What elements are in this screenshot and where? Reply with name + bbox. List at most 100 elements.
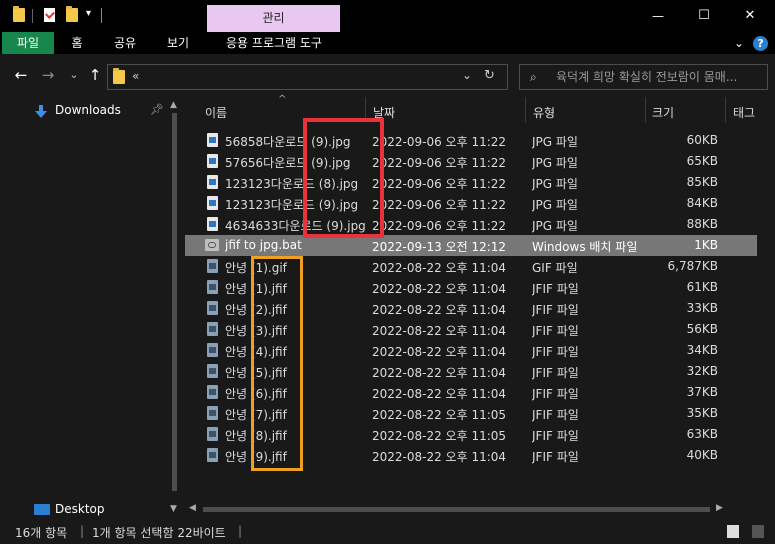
file-date: 2022-08-22 오후 11:04 — [372, 345, 507, 359]
image-file-icon — [207, 259, 218, 273]
manage-tab[interactable]: 관리 — [207, 5, 340, 33]
minimize-button[interactable]: — — [635, 0, 681, 32]
column-type[interactable]: 유형 — [533, 104, 555, 121]
file-date: 2022-08-22 오후 11:04 — [372, 282, 507, 296]
tab-share[interactable]: 공유 — [108, 32, 142, 54]
column-tags[interactable]: 태그 — [733, 104, 755, 121]
column-name[interactable]: 이름 — [205, 104, 227, 121]
divider — [32, 9, 33, 23]
image-file-icon — [207, 364, 218, 378]
file-size: 65KB — [686, 154, 718, 168]
properties-icon[interactable] — [44, 8, 55, 22]
scrollbar-thumb[interactable] — [203, 507, 710, 512]
file-size: 1KB — [694, 238, 718, 252]
scrollbar-thumb[interactable] — [172, 113, 177, 491]
status-bar: 16개 항목 | 1개 항목 선택함 22바이트 | — [0, 520, 775, 544]
maximize-button[interactable]: ☐ — [681, 0, 727, 32]
image-file-icon — [207, 322, 218, 336]
help-icon[interactable]: ? — [753, 36, 768, 51]
file-size: 40KB — [686, 448, 718, 462]
large-icons-view-icon[interactable] — [752, 525, 764, 538]
image-file-icon — [207, 406, 218, 420]
tab-home[interactable]: 홈 — [62, 32, 92, 54]
file-size: 35KB — [686, 406, 718, 420]
search-icon: ⌕ — [530, 70, 537, 84]
new-folder-icon[interactable] — [66, 6, 78, 22]
chevron-down-icon[interactable]: ⌄ — [462, 68, 472, 82]
scroll-right-icon[interactable]: ▶ — [716, 503, 723, 513]
file-size: 61KB — [686, 280, 718, 294]
file-row[interactable]: 57656다운로드 (9).jpg 2022-09-06 오후 11:22 JPG … — [185, 151, 775, 172]
file-date: 2022-08-22 오후 11:04 — [372, 324, 507, 338]
file-size: 33KB — [686, 301, 718, 315]
file-size: 6,787KB — [667, 259, 718, 273]
jpg-file-icon — [207, 217, 218, 231]
file-row[interactable]: 4634633다운로드 (9).jpg 2022-09-06 오후 11:22 JP… — [185, 214, 775, 235]
annotation-red-box — [303, 118, 384, 238]
tab-app-tools[interactable]: 응용 프로그램 도구 — [212, 32, 336, 54]
forward-icon[interactable]: → — [38, 65, 58, 85]
jpg-file-icon — [207, 196, 218, 210]
refresh-icon[interactable]: ↻ — [484, 68, 495, 83]
file-size: 88KB — [686, 217, 718, 231]
selection-info: 1개 항목 선택함 22바이트 — [92, 526, 226, 540]
scroll-down-icon[interactable]: ▼ — [170, 504, 177, 514]
divider: | — [80, 524, 85, 538]
scroll-up-icon[interactable]: ▲ — [170, 100, 177, 110]
file-date: 2022-08-22 오후 11:04 — [372, 303, 507, 317]
file-size: 34KB — [686, 343, 718, 357]
file-size: 85KB — [686, 175, 718, 189]
jpg-file-icon — [207, 133, 218, 147]
file-list-scrollbar[interactable]: ▼ — [757, 97, 775, 520]
pin-icon[interactable]: 📌︎ — [150, 103, 164, 116]
image-file-icon — [207, 343, 218, 357]
column-divider[interactable] — [525, 97, 526, 123]
divider — [101, 8, 102, 23]
file-row[interactable]: 56858다운로드 (9).jpg 2022-09-06 오후 11:22 JPG … — [185, 130, 775, 151]
column-divider[interactable] — [645, 97, 646, 123]
annotation-orange-box — [251, 256, 303, 471]
search-placeholder: 육덕계 희망 확실히 전보람이 몸매... — [556, 70, 738, 84]
item-count: 16개 항목 — [15, 526, 68, 540]
file-size: 63KB — [686, 427, 718, 441]
back-icon[interactable]: ← — [11, 65, 31, 85]
address-bar[interactable]: « ⌄ ↻ — [107, 64, 508, 90]
details-view-icon[interactable] — [727, 525, 739, 538]
image-file-icon — [207, 448, 218, 462]
column-divider[interactable] — [725, 97, 726, 123]
file-date: 2022-09-06 오후 11:22 — [372, 177, 507, 191]
path-overflow[interactable]: « — [132, 69, 139, 83]
sidebar-item-desktop[interactable]: Desktop — [55, 502, 105, 516]
navigation-pane: Downloads 📌︎ Desktop — [0, 97, 183, 520]
chevron-down-icon[interactable]: ⌄ — [734, 36, 744, 50]
file-row[interactable]: 123123다운로드 (8).jpg 2022-09-06 오후 11:22 JPG… — [185, 172, 775, 193]
image-file-icon — [207, 280, 218, 294]
folder-icon — [113, 68, 125, 84]
file-date: 2022-08-22 오후 11:04 — [372, 366, 507, 380]
sort-ascending-icon: ^ — [278, 94, 287, 105]
search-input[interactable]: ⌕ 육덕계 희망 확실히 전보람이 몸매... — [519, 64, 768, 90]
file-row[interactable]: 123123다운로드 (9).jpg 2022-09-06 오후 11:22 JPG… — [185, 193, 775, 214]
file-size: 32KB — [686, 364, 718, 378]
up-icon[interactable]: ↑ — [85, 65, 105, 85]
horizontal-scrollbar[interactable]: ◀ ▶ — [183, 500, 773, 518]
file-date: 2022-09-06 오후 11:22 — [372, 198, 507, 212]
file-date: 2022-09-06 오후 11:22 — [372, 156, 507, 170]
file-row[interactable]: jfif to jpg.bat 2022-09-13 오전 12:12 Window… — [185, 235, 775, 256]
sidebar-item-downloads[interactable]: Downloads — [55, 103, 121, 117]
tab-file[interactable]: 파일 — [2, 32, 54, 54]
recent-locations-icon[interactable]: ⌄ — [64, 65, 84, 85]
image-file-icon — [207, 301, 218, 315]
tab-view[interactable]: 보기 — [160, 32, 196, 54]
column-size[interactable]: 크기 — [652, 104, 674, 121]
jpg-file-icon — [207, 175, 218, 189]
scroll-left-icon[interactable]: ◀ — [189, 503, 196, 513]
file-size: 56KB — [686, 322, 718, 336]
image-file-icon — [207, 385, 218, 399]
file-name: jfif to jpg.bat — [225, 238, 302, 252]
close-button[interactable]: ✕ — [727, 0, 773, 32]
file-size: 84KB — [686, 196, 718, 210]
chevron-down-icon[interactable]: ▾ — [86, 8, 91, 19]
sidebar-scrollbar[interactable]: ▲ ▼ — [167, 97, 183, 520]
divider: | — [238, 524, 243, 538]
